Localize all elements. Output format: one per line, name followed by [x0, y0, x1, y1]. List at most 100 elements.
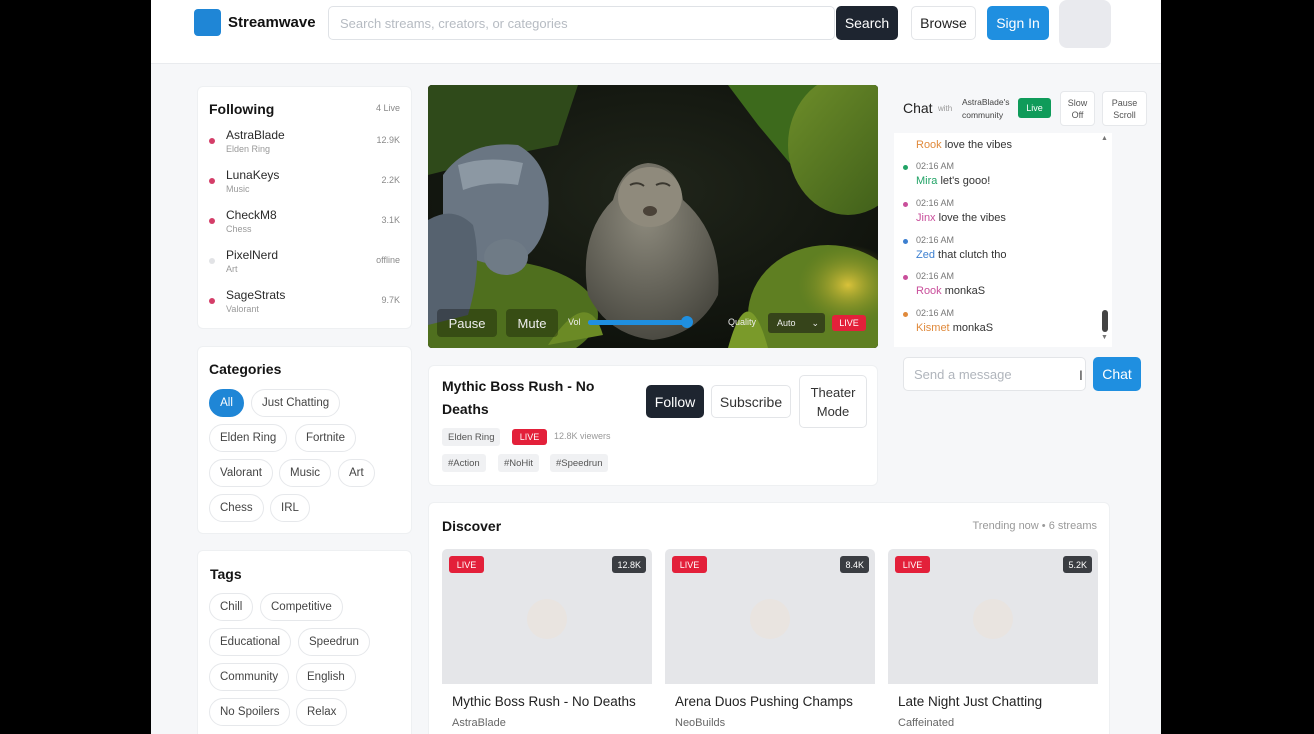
search-button[interactable]: Search — [836, 6, 898, 40]
category-chip-fortnite[interactable]: Fortnite — [295, 424, 356, 452]
quality-select[interactable]: Auto ⌄ — [768, 313, 825, 333]
volume-handle[interactable] — [680, 316, 693, 328]
search-input[interactable] — [328, 6, 835, 40]
volume-fill — [588, 320, 687, 325]
user-dot-icon — [903, 275, 908, 280]
brand-name[interactable]: Streamwave — [228, 14, 316, 31]
pause-button[interactable]: Pause — [437, 309, 497, 337]
tag-chip-speedrun[interactable]: Speedrun — [298, 628, 370, 656]
following-panel: Following 4 Live AstraBlade Elden Ring 1… — [197, 86, 412, 329]
mute-button[interactable]: Mute — [506, 309, 558, 337]
stream-card[interactable]: LIVE 5.2K Late Night Just Chatting Caffe… — [888, 549, 1098, 734]
card-live-badge: LIVE — [672, 556, 707, 573]
app-window: Streamwave Search Browse Sign In Followi… — [151, 0, 1161, 734]
tag-chip-no-spoilers[interactable]: No Spoilers — [209, 698, 291, 726]
following-item-sagestrats[interactable]: SageStrats Valorant 9.7K — [198, 285, 413, 321]
tag-chip-educational[interactable]: Educational — [209, 628, 292, 656]
tags-title: Tags — [210, 566, 242, 582]
card-creator[interactable]: AstraBlade — [452, 717, 506, 729]
tag-chip-chill[interactable]: Chill — [209, 593, 254, 621]
chat-timestamp: 02:16 AM — [916, 235, 955, 245]
quality-label: Quality — [728, 317, 757, 327]
chat-username: Mira — [916, 175, 938, 187]
theater-mode-button[interactable]: Theater Mode — [799, 375, 867, 428]
subscribe-button[interactable]: Subscribe — [711, 385, 791, 418]
stream-card[interactable]: LIVE 8.4K Arena Duos Pushing Champs NeoB… — [665, 549, 875, 734]
offline-status-dot — [209, 258, 215, 264]
chat-text: let's gooo! — [940, 175, 991, 187]
card-live-badge: LIVE — [895, 556, 930, 573]
scrollbar-thumb[interactable] — [1102, 310, 1108, 332]
chat-message-input[interactable] — [903, 357, 1086, 391]
following-item-lunakeys[interactable]: LunaKeys Music 2.2K — [198, 165, 413, 201]
video-player[interactable] — [428, 85, 878, 348]
chat-username: Rook — [916, 285, 942, 297]
categories-title: Categories — [209, 361, 282, 377]
user-dot-icon — [903, 165, 908, 170]
stream-tag-chip[interactable]: #NoHit — [498, 454, 540, 472]
browse-button[interactable]: Browse — [911, 6, 976, 40]
quality-value: Auto — [777, 318, 796, 328]
following-item-checkm8[interactable]: CheckM8 Chess 3.1K — [198, 205, 413, 241]
top-header: Streamwave Search Browse Sign In — [151, 0, 1161, 64]
tag-chip-english[interactable]: English — [296, 663, 356, 691]
sign-in-button[interactable]: Sign In — [987, 6, 1049, 40]
card-viewer-count: 5.2K — [1063, 556, 1092, 573]
volume-slider[interactable] — [588, 316, 693, 328]
card-title[interactable]: Mythic Boss Rush - No Deaths — [452, 694, 636, 709]
category-chip-elden-ring[interactable]: Elden Ring — [209, 424, 288, 452]
video-frame — [428, 85, 878, 348]
live-status-dot — [209, 298, 215, 304]
chat-scrollbar[interactable]: ▲ ▼ — [1101, 135, 1109, 345]
chat-with-label: with — [938, 104, 953, 113]
category-chip-valorant[interactable]: Valorant — [209, 459, 273, 487]
chat-messages[interactable]: Rook love the vibes 02:16 AM Mira let's … — [894, 133, 1112, 347]
follow-button[interactable]: Follow — [646, 385, 704, 418]
following-item-astrablade[interactable]: AstraBlade Elden Ring 12.9K — [198, 125, 413, 161]
chat-text: love the vibes — [944, 139, 1013, 151]
card-viewer-count: 12.8K — [612, 556, 646, 573]
category-chip-irl[interactable]: IRL — [270, 494, 310, 522]
scroll-up-icon[interactable]: ▲ — [1101, 135, 1108, 142]
stream-tag-chip[interactable]: #Action — [442, 454, 486, 472]
card-viewer-count: 8.4K — [840, 556, 869, 573]
tag-chip-competitive[interactable]: Competitive — [260, 593, 343, 621]
following-item-pixelnerd[interactable]: PixelNerd Art offline — [198, 245, 413, 281]
chat-title: Chat — [903, 100, 933, 116]
chat-timestamp: 02:16 AM — [916, 271, 955, 281]
category-chip-just-chatting[interactable]: Just Chatting — [251, 389, 341, 417]
send-chat-button[interactable]: Chat — [1093, 357, 1141, 391]
chat-text: that clutch tho — [938, 249, 1007, 261]
pause-scroll-button[interactable]: Pause Scroll — [1102, 91, 1147, 126]
channel-game: Art — [226, 264, 238, 274]
viewer-count: 12.8K viewers — [554, 431, 611, 441]
chat-live-badge: Live — [1018, 98, 1051, 118]
category-chip-music[interactable]: Music — [279, 459, 332, 487]
tag-chip-relax[interactable]: Relax — [296, 698, 348, 726]
chat-username: Kismet — [916, 322, 950, 334]
category-chip-art[interactable]: Art — [338, 459, 375, 487]
card-title[interactable]: Arena Duos Pushing Champs — [675, 694, 853, 709]
avatar[interactable] — [1059, 0, 1111, 48]
stream-card[interactable]: LIVE 12.8K Mythic Boss Rush - No Deaths … — [442, 549, 652, 734]
channel-viewers: 2.2K — [381, 175, 400, 185]
chat-community-name: AstraBlade's community — [962, 97, 1010, 120]
chat-timestamp: 02:16 AM — [916, 308, 955, 318]
stream-tag-chip[interactable]: #Speedrun — [550, 454, 609, 472]
scroll-down-icon[interactable]: ▼ — [1101, 334, 1108, 341]
logo-icon[interactable] — [194, 9, 221, 36]
card-creator[interactable]: NeoBuilds — [675, 717, 725, 729]
chevron-down-icon: ⌄ — [811, 318, 819, 328]
tag-chip-community[interactable]: Community — [209, 663, 290, 691]
card-creator[interactable]: Caffeinated — [898, 717, 954, 729]
category-chip-chess[interactable]: Chess — [209, 494, 264, 522]
stream-title: Mythic Boss Rush - No Deaths — [442, 378, 595, 417]
discover-title: Discover — [442, 518, 502, 534]
channel-game: Chess — [226, 224, 252, 234]
slow-mode-button[interactable]: Slow Off — [1060, 91, 1095, 126]
channel-game: Valorant — [226, 304, 259, 314]
category-chip-all[interactable]: All — [209, 389, 244, 417]
channel-name: SageStrats — [226, 288, 286, 302]
card-title[interactable]: Late Night Just Chatting — [898, 694, 1042, 709]
stream-category-chip[interactable]: Elden Ring — [442, 428, 501, 446]
